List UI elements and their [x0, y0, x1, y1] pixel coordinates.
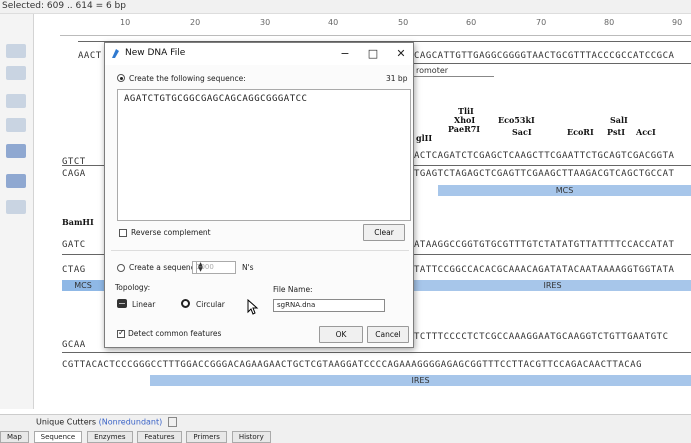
ok-button[interactable]: OK — [319, 326, 363, 343]
detect-features-checkbox[interactable] — [117, 328, 125, 338]
toolbar-zoom-icon[interactable] — [6, 66, 26, 80]
new-dna-file-dialog: New DNA File − □ ✕ Create the following … — [104, 42, 414, 348]
sequence-row[interactable]: CAGCATTGTTGAGGCGGGGTAACTGCGTTTACCCGCCATC… — [414, 51, 674, 61]
ruler-tick: 70 — [536, 18, 547, 27]
ruler-tick: 90 — [672, 18, 683, 27]
sequence-row[interactable]: GATC — [62, 240, 86, 250]
enzyme-label[interactable]: Eco53kI — [498, 115, 535, 125]
promoter-feature-label: romoter — [416, 66, 449, 75]
mcs-feature[interactable]: MCS — [438, 185, 691, 196]
detect-features-label: Detect common features — [128, 329, 222, 338]
toolbar-primers-icon[interactable] — [6, 200, 26, 214]
selection-status-text: Selected: 609 .. 614 = 6 bp — [2, 1, 126, 11]
sequence-row[interactable]: TGAGTCTAGAGCTCGAGTTCGAAGCTTAAGACGTCAGCTG… — [414, 169, 674, 179]
tab-enzymes[interactable]: Enzymes — [87, 431, 133, 443]
tab-sequence[interactable]: Sequence — [33, 431, 83, 443]
enzyme-label[interactable]: SacI — [512, 127, 532, 137]
reverse-complement-checkbox[interactable] — [119, 229, 127, 237]
sequence-row[interactable]: AACT — [78, 51, 102, 61]
linear-label[interactable]: Linear — [132, 300, 155, 309]
maximize-button[interactable]: □ — [365, 46, 381, 62]
minimize-button[interactable]: − — [337, 46, 353, 62]
nonredundant-label: (Nonredundant) — [98, 417, 163, 427]
dropdown-arrow-icon[interactable] — [167, 417, 177, 427]
enzyme-label[interactable]: EcoRI — [567, 127, 594, 137]
ruler-tick: 80 — [604, 18, 615, 27]
toolbar-view-icon[interactable] — [6, 44, 26, 58]
sequence-length-label: 31 bp — [386, 74, 408, 83]
ruler-tick: 10 — [120, 18, 131, 27]
mcs-feature-left[interactable]: MCS — [62, 280, 104, 291]
topology-label: Topology: — [115, 283, 151, 292]
enzyme-label[interactable]: SalI — [610, 115, 628, 125]
dialog-title-bar: New DNA File − □ ✕ — [105, 43, 413, 65]
file-name-input[interactable]: sgRNA.dna — [273, 299, 385, 312]
create-sequence-of-radio[interactable] — [117, 264, 125, 272]
enzyme-label[interactable]: BamHI — [62, 217, 94, 227]
dialog-title: New DNA File — [125, 48, 186, 58]
strand-line — [414, 63, 691, 64]
sequence-input[interactable]: AGATCTGTGCGGCGAGCAGCAGGCGGGATCC — [117, 89, 411, 221]
sequence-input-value: AGATCTGTGCGGCGAGCAGCAGGCGGGATCC — [124, 94, 308, 104]
bottom-pane: Unique Cutters (Nonredundant) Map Sequen… — [0, 414, 691, 443]
clear-button[interactable]: Clear — [363, 224, 405, 241]
file-name-label: File Name: — [273, 285, 313, 294]
create-following-radio[interactable] — [117, 74, 125, 82]
sequence-row[interactable]: TATTCCGGCCACACGCAAACAGATATACAATAAAAGGTGG… — [414, 265, 674, 275]
enzyme-label[interactable]: AccI — [636, 127, 656, 137]
mouse-pointer-icon — [247, 299, 259, 315]
ruler-tick: 50 — [398, 18, 409, 27]
circular-label[interactable]: Circular — [196, 300, 225, 309]
reverse-complement-label: Reverse complement — [131, 228, 211, 237]
sequence-row[interactable]: CTAG — [62, 265, 86, 275]
ruler-tick: 60 — [466, 18, 477, 27]
toolbar-features-icon[interactable] — [6, 94, 26, 108]
promoter-feature-bar — [414, 76, 494, 77]
file-name-value: sgRNA.dna — [277, 301, 316, 309]
cancel-button[interactable]: Cancel — [367, 326, 409, 343]
linear-topology-icon[interactable] — [117, 299, 127, 308]
stepper-arrows-icon[interactable]: ▲ ▼ — [196, 262, 204, 273]
tab-primers[interactable]: Primers — [186, 431, 227, 443]
toolbar-sequence-icon[interactable] — [6, 174, 26, 188]
ires-feature[interactable]: IRES — [414, 280, 691, 291]
circular-topology-icon[interactable] — [181, 299, 190, 308]
tab-history[interactable]: History — [231, 431, 271, 443]
tab-map[interactable]: Map — [0, 431, 29, 443]
create-following-label: Create the following sequence: — [129, 74, 246, 83]
selection-status-bar: Selected: 609 .. 614 = 6 bp — [0, 0, 691, 14]
sequence-row[interactable]: CAGA — [62, 169, 86, 179]
sequence-row[interactable]: CGTTACACTCCCGGGCCTTTGGACCGGGACAGAAGAACTG… — [62, 360, 642, 370]
enzyme-label[interactable]: PaeR7I — [448, 124, 480, 134]
strand-line — [62, 352, 691, 353]
tab-features[interactable]: Features — [137, 431, 182, 443]
left-toolbar — [0, 14, 34, 409]
sequence-row[interactable]: ATAAGGCCGGTGTGCGTTTGTCTATATGTTATTTTCCACC… — [414, 240, 674, 250]
sequence-ruler: 10 20 30 40 50 60 70 80 90 — [60, 14, 691, 36]
view-tabs: Map Sequence Enzymes Features Primers Hi… — [0, 431, 273, 443]
sequence-row[interactable]: TCTTTCCCCTCTCGCCAAAGGAATGCAAGGTCTGTTGAAT… — [414, 332, 669, 342]
enzyme-label[interactable]: PstI — [607, 127, 625, 137]
sequence-count-stepper[interactable]: 1000 ▲ ▼ — [192, 261, 236, 274]
divider — [111, 250, 409, 251]
ruler-tick: 40 — [328, 18, 339, 27]
ns-label: N's — [242, 263, 254, 272]
sequence-row[interactable]: GCAA — [62, 340, 86, 350]
ruler-tick: 20 — [190, 18, 201, 27]
ruler-tick: 30 — [260, 18, 271, 27]
dna-file-icon — [112, 49, 119, 58]
ires-feature-2[interactable]: IRES — [150, 375, 691, 386]
close-button[interactable]: ✕ — [393, 46, 409, 62]
sequence-row[interactable]: ACTCAGATCTCGAGCTCAAGCTTCGAATTCTGCAGTCGAC… — [414, 151, 674, 161]
unique-cutters-selector[interactable]: Unique Cutters (Nonredundant) — [36, 417, 177, 427]
enzyme-label[interactable]: glII — [416, 133, 432, 143]
toolbar-map-icon[interactable] — [6, 144, 26, 158]
unique-cutters-label: Unique Cutters — [36, 417, 97, 427]
toolbar-enzymes-icon[interactable] — [6, 118, 26, 132]
